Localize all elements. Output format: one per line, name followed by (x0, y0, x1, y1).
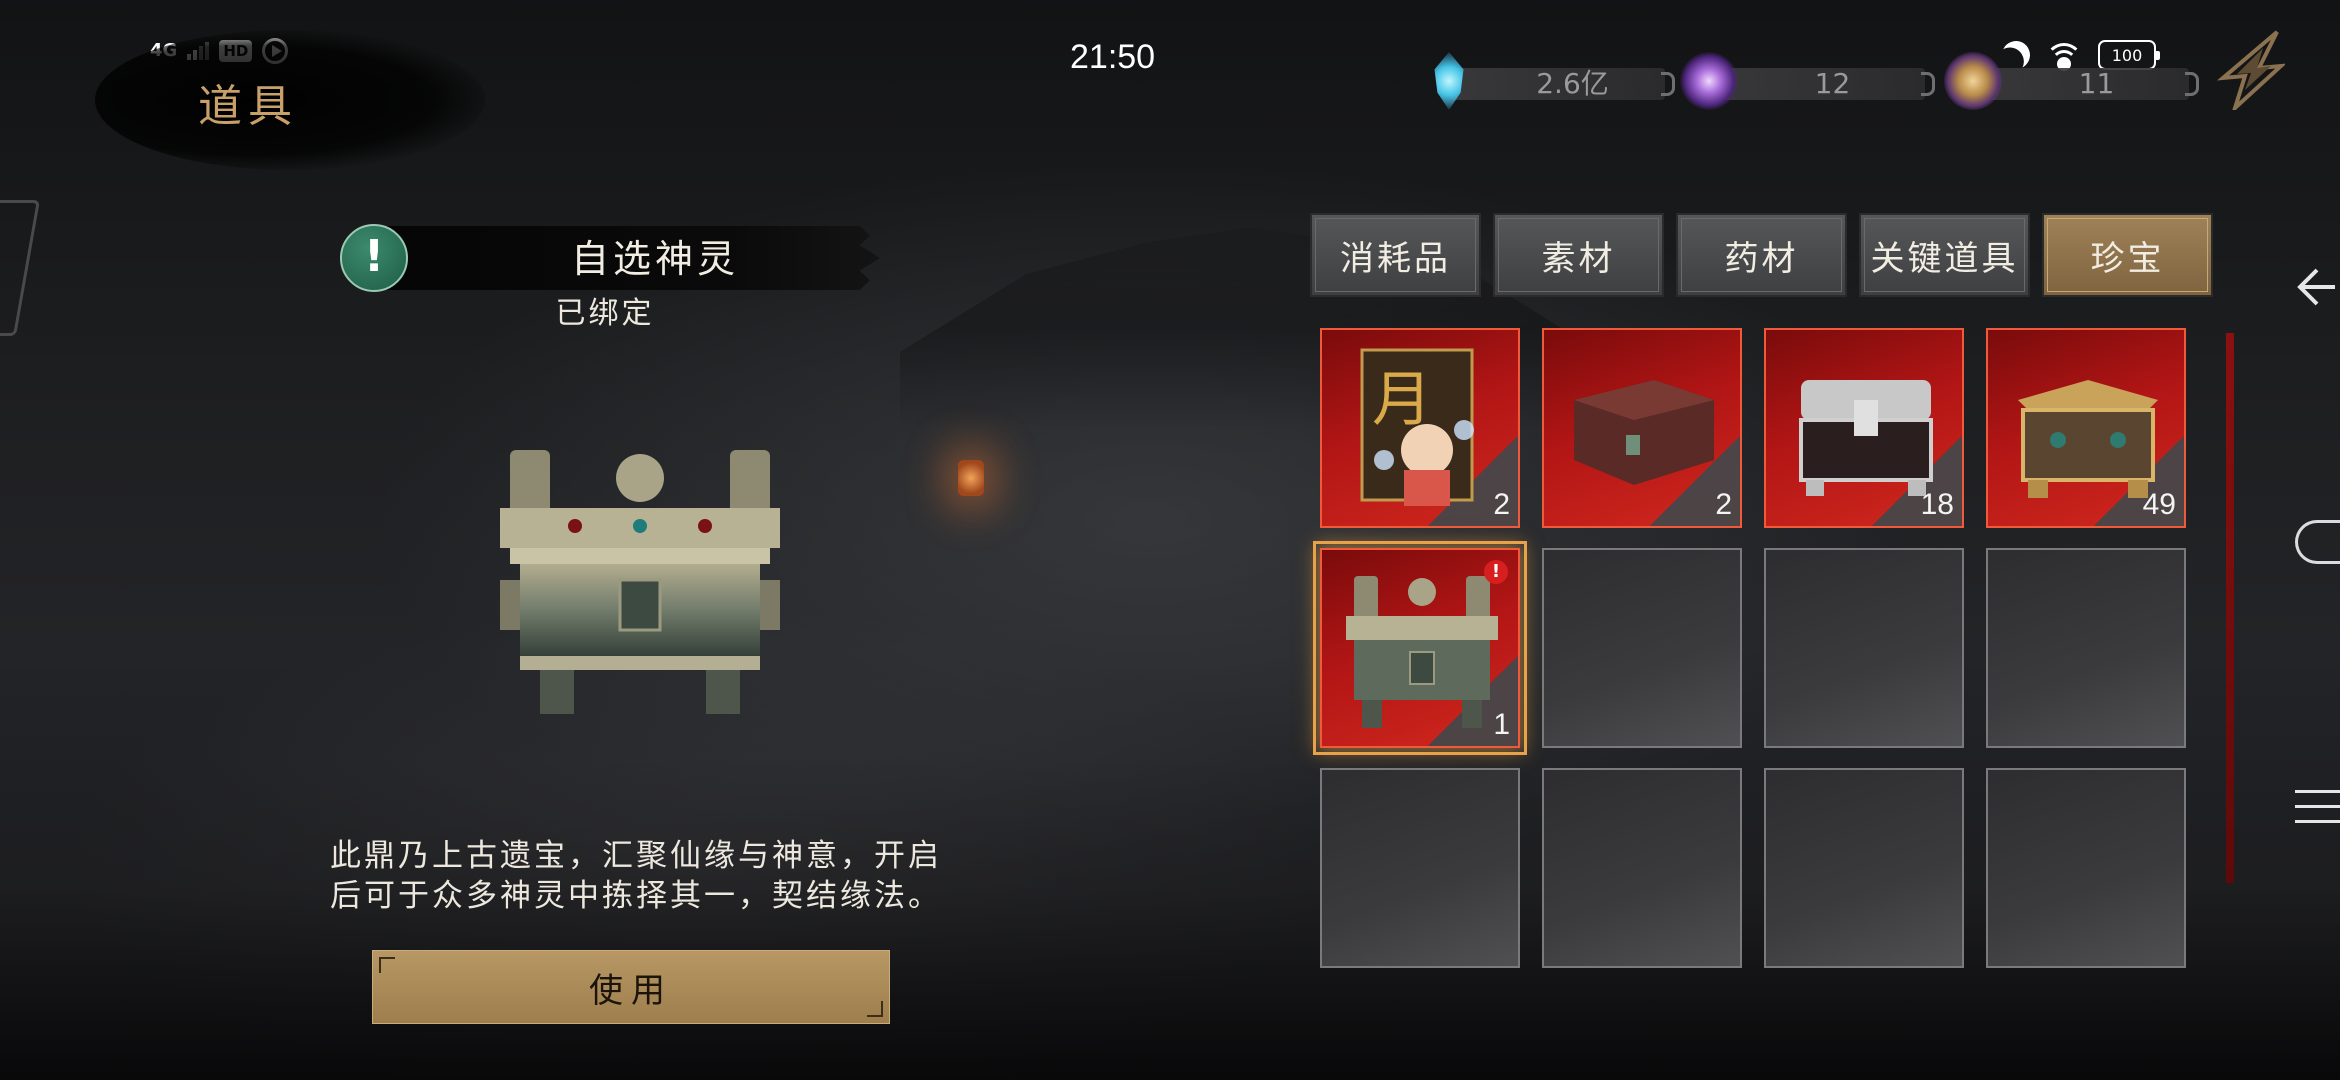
status-right: 100 (2002, 40, 2160, 71)
tab-treasures[interactable]: 珍宝 (2042, 213, 2213, 297)
category-tabs: 消耗品 素材 药材 关键道具 珍宝 (1310, 213, 2213, 297)
left-edge-frame (0, 200, 40, 336)
lantern-glow (958, 460, 984, 496)
tab-key-items[interactable]: 关键道具 (1859, 213, 2030, 297)
item-bound-status: 已绑定 (555, 296, 655, 331)
currency-value: 11 (2078, 67, 2115, 100)
item-name: 自选神灵 (570, 237, 739, 281)
new-item-badge: ! (1484, 560, 1508, 584)
item-count: 2 (1493, 488, 1510, 521)
tab-consumables[interactable]: 消耗品 (1310, 213, 1481, 297)
item-description: 此鼎乃上古遗宝，汇聚仙缘与神意，开启 后可于众多神灵中拣择其一，契结缘法。 (330, 836, 990, 916)
item-name-banner: ! 自选神灵 (340, 224, 880, 292)
inventory-slot-empty[interactable] (1542, 548, 1742, 748)
game-logo-icon[interactable] (2215, 30, 2285, 110)
description-line: 后可于众多神灵中拣择其一，契结缘法。 (330, 878, 942, 914)
back-arrow-icon[interactable] (2295, 262, 2340, 312)
inventory-slot-empty[interactable] (1986, 768, 2186, 968)
game-screen: 4G HD 21:50 100 道具 2.6亿 12 (0, 0, 2340, 1080)
inventory-slot-empty[interactable] (1986, 548, 2186, 748)
description-line: 此鼎乃上古遗宝，汇聚仙缘与神意，开启 (330, 838, 942, 874)
inventory-slot-empty[interactable] (1542, 768, 1742, 968)
inventory-slot[interactable]: 18 (1764, 328, 1964, 528)
inventory-slot-empty[interactable] (1764, 548, 1964, 748)
character-card-icon: 月 (1360, 348, 1474, 506)
currency-value: 12 (1814, 67, 1851, 100)
menu-icon[interactable] (2295, 790, 2340, 830)
item-count: 2 (1715, 488, 1732, 521)
home-icon[interactable] (2295, 520, 2340, 564)
inventory-grid: 月 2 2 18 49 ! 1 (1313, 328, 2186, 968)
lacquer-box-icon (1574, 380, 1714, 485)
currency-value: 2.6亿 (1536, 67, 1609, 100)
item-count: 18 (1920, 488, 1954, 521)
bronze-cauldron-icon (1346, 576, 1498, 728)
item-count: 49 (2142, 488, 2176, 521)
inventory-slot[interactable]: 2 (1542, 328, 1742, 528)
battery-icon: 100 (2098, 40, 2160, 70)
purple-orb-icon (1680, 52, 1738, 110)
inventory-slot-empty[interactable] (1764, 768, 1964, 968)
item-count: 1 (1493, 708, 1510, 741)
wifi-icon (2045, 41, 2083, 71)
inventory-slot[interactable]: 49 (1986, 328, 2186, 528)
inventory-scrollbar[interactable] (2226, 333, 2234, 883)
exclamation-icon: ! (340, 224, 408, 292)
inventory-slot-empty[interactable] (1320, 768, 1520, 968)
status-clock: 21:50 (1070, 38, 1156, 76)
tab-herbs[interactable]: 药材 (1676, 213, 1847, 297)
cauldron-preview-icon (500, 450, 780, 714)
gold-orb-icon (1944, 52, 2002, 110)
inventory-slot[interactable]: 月 2 (1320, 328, 1520, 528)
use-button[interactable]: 使用 (372, 950, 890, 1024)
inventory-slot-selected[interactable]: ! 1 (1313, 541, 1527, 755)
page-title: 道具 (198, 81, 298, 132)
tab-materials[interactable]: 素材 (1493, 213, 1664, 297)
